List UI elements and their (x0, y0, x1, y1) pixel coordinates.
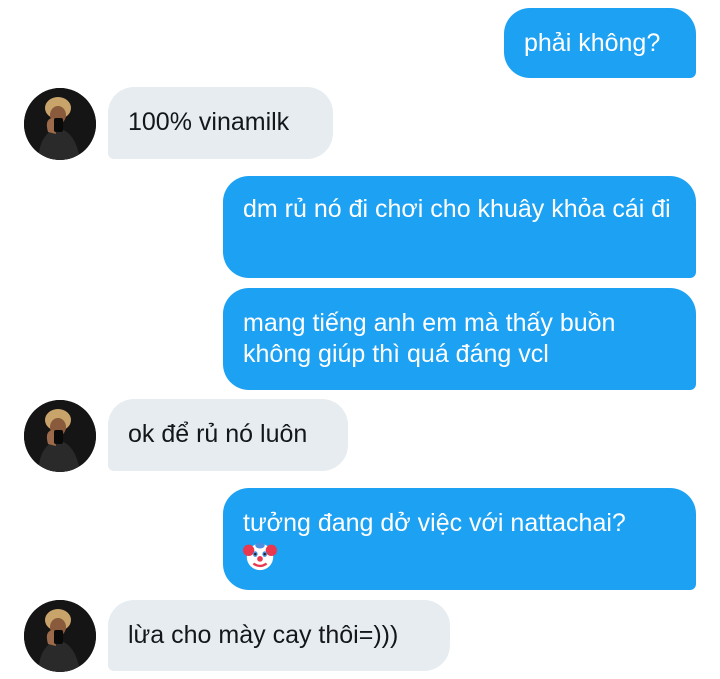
message-text: dm rủ nó đi chơi cho khuây khỏa cái đi (243, 195, 671, 223)
sent-message-bubble[interactable]: phải không? (504, 8, 696, 78)
message-text: phải không? (524, 29, 661, 57)
avatar-photo (24, 600, 96, 672)
sent-message-bubble[interactable]: tưởng đang dở việc với nattachai? (223, 488, 696, 590)
clown-face-icon (243, 542, 277, 571)
sent-message-bubble[interactable]: dm rủ nó đi chơi cho khuây khỏa cái đi (223, 176, 696, 278)
message-text: 100% vinamilk (128, 108, 290, 136)
message-text: lừa cho mày cay thôi=))) (128, 621, 399, 649)
avatar-photo (24, 400, 96, 472)
message-text: ok để rủ nó luôn (128, 420, 308, 448)
received-message-bubble[interactable]: ok để rủ nó luôn (108, 399, 348, 471)
avatar-photo (24, 88, 96, 160)
contact-avatar[interactable] (24, 600, 96, 672)
sent-message-bubble[interactable]: mang tiếng anh em mà thấy buồn không giú… (223, 288, 696, 390)
contact-avatar[interactable] (24, 88, 96, 160)
contact-avatar[interactable] (24, 400, 96, 472)
received-message-bubble[interactable]: lừa cho mày cay thôi=))) (108, 600, 450, 671)
received-message-bubble[interactable]: 100% vinamilk (108, 87, 333, 159)
message-text: mang tiếng anh em mà thấy buồn không giú… (243, 309, 616, 368)
message-text: tưởng đang dở việc với nattachai? (243, 509, 626, 537)
